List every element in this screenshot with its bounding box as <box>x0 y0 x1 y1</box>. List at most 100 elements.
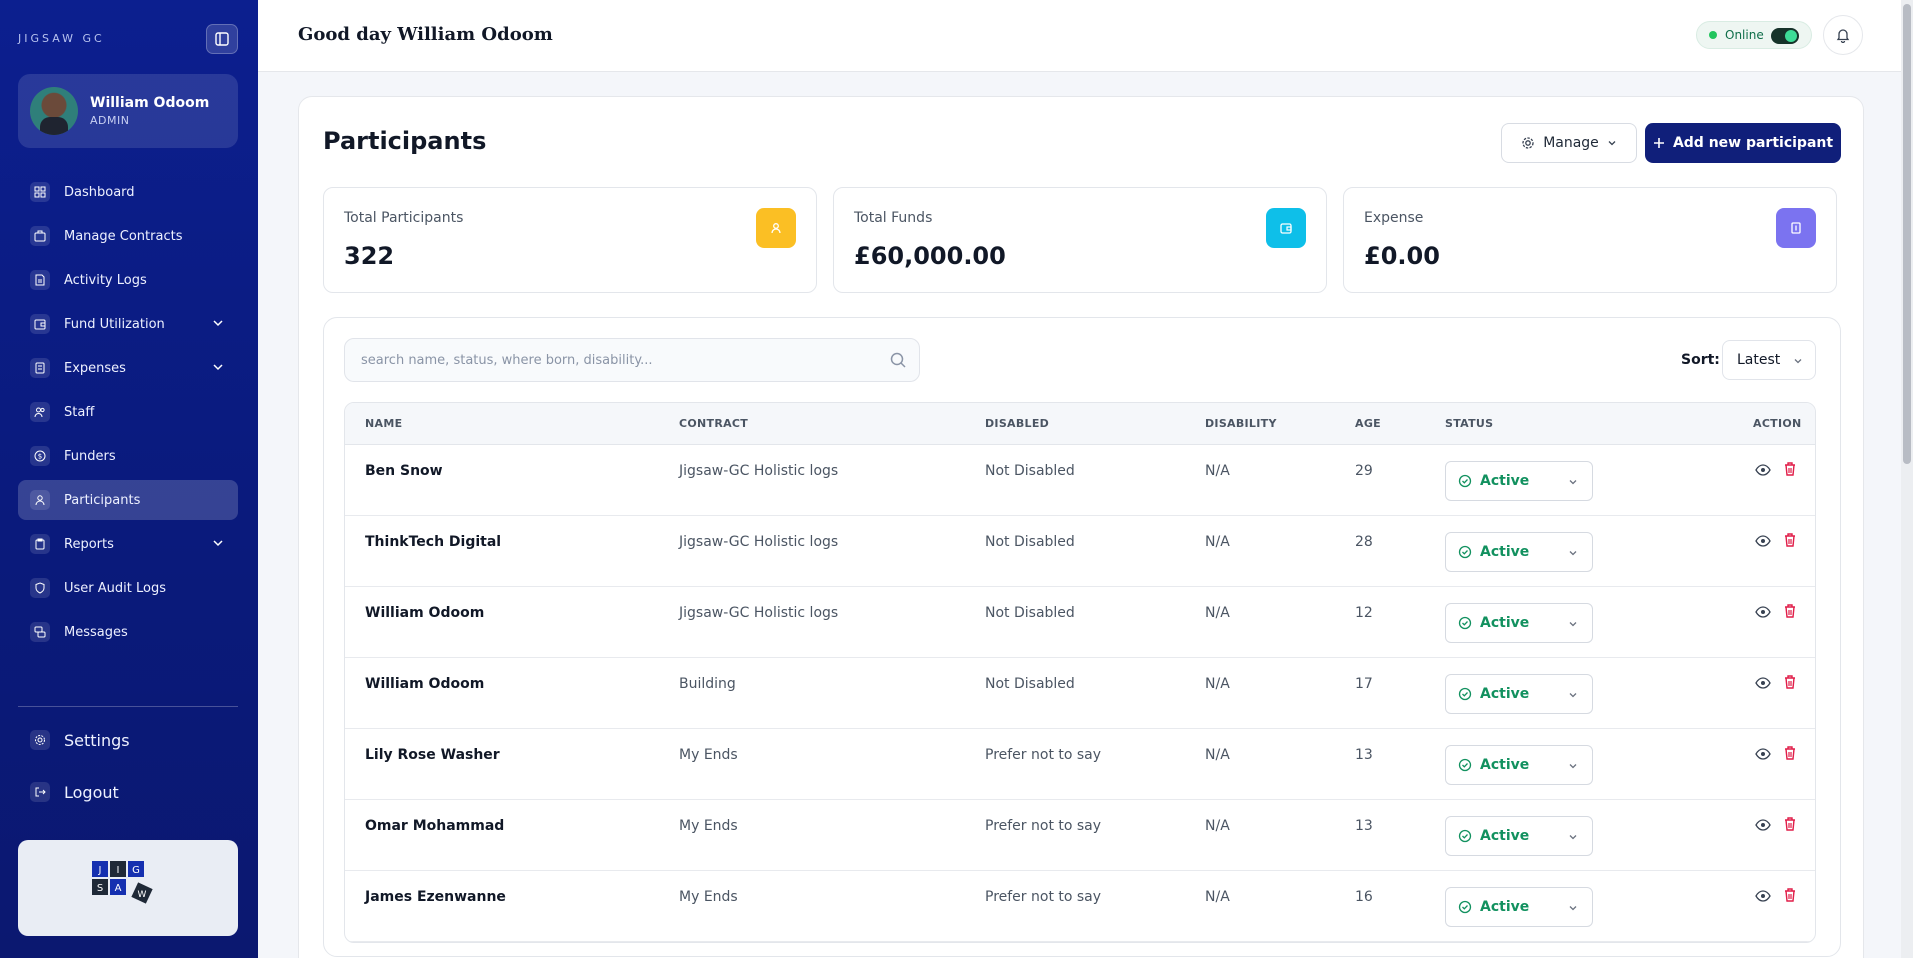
eye-icon[interactable] <box>1755 747 1771 761</box>
stat-label: Total Participants <box>344 210 464 226</box>
table-row[interactable]: Ben Snow Jigsaw-GC Holistic logs Not Dis… <box>345 445 1815 516</box>
toggle-switch[interactable] <box>1771 28 1799 44</box>
eye-icon[interactable] <box>1755 818 1771 832</box>
status-dropdown[interactable]: Active <box>1445 887 1593 927</box>
search-icon[interactable] <box>889 351 907 369</box>
stat-label: Expense <box>1364 210 1424 226</box>
notifications-button[interactable] <box>1823 15 1863 55</box>
online-status-toggle[interactable]: Online <box>1696 21 1812 49</box>
svg-text:$: $ <box>38 453 42 461</box>
status-dropdown[interactable]: Active <box>1445 461 1593 501</box>
chevron-down-icon <box>1569 906 1577 911</box>
sidebar-item-manage-contracts[interactable]: Manage Contracts <box>18 216 238 256</box>
user-profile-card[interactable]: William Odoom ADMIN <box>18 74 238 148</box>
check-circle-icon <box>1458 758 1472 772</box>
add-participant-button[interactable]: Add new participant <box>1645 123 1841 163</box>
stat-value: 322 <box>344 242 395 270</box>
check-circle-icon <box>1458 474 1472 488</box>
column-header-disability[interactable]: DISABILITY <box>1205 417 1277 430</box>
sidebar-item-label: Messages <box>64 624 128 640</box>
sidebar-item-funders[interactable]: $ Funders <box>18 436 238 476</box>
cell-contract: Building <box>679 676 736 692</box>
receipt-icon <box>1776 208 1816 248</box>
eye-icon[interactable] <box>1755 676 1771 690</box>
column-header-contract[interactable]: CONTRACT <box>679 417 748 430</box>
eye-icon[interactable] <box>1755 605 1771 619</box>
status-dropdown[interactable]: Active <box>1445 603 1593 643</box>
cell-age: 29 <box>1355 463 1373 479</box>
cell-contract: Jigsaw-GC Holistic logs <box>679 463 839 479</box>
chevron-down-icon <box>1569 764 1577 769</box>
trash-icon[interactable] <box>1783 461 1797 477</box>
trash-icon[interactable] <box>1783 532 1797 548</box>
status-label: Active <box>1480 828 1530 844</box>
check-circle-icon <box>1458 616 1472 630</box>
status-label: Active <box>1480 899 1530 915</box>
trash-icon[interactable] <box>1783 816 1797 832</box>
check-circle-icon <box>1458 829 1472 843</box>
table-row[interactable]: Lily Rose Washer My Ends Prefer not to s… <box>345 729 1815 800</box>
user-icon <box>756 208 796 248</box>
status-dropdown[interactable]: Active <box>1445 674 1593 714</box>
page-scrollbar[interactable] <box>1901 0 1913 958</box>
table-row[interactable]: Omar Mohammad My Ends Prefer not to say … <box>345 800 1815 871</box>
online-label: Online <box>1725 28 1764 42</box>
sidebar-nav: Dashboard Manage Contracts Activity Logs… <box>18 172 238 656</box>
sidebar-item-user-audit-logs[interactable]: User Audit Logs <box>18 568 238 608</box>
table-row[interactable]: William Odoom Jigsaw-GC Holistic logs No… <box>345 587 1815 658</box>
trash-icon[interactable] <box>1783 745 1797 761</box>
trash-icon[interactable] <box>1783 603 1797 619</box>
sidebar-item-label: Participants <box>64 492 141 508</box>
sidebar-collapse-button[interactable] <box>206 24 238 54</box>
jigsaw-logo-card: J I G S A W <box>18 840 238 936</box>
status-dropdown[interactable]: Active <box>1445 532 1593 572</box>
table-row[interactable]: William Odoom Building Not Disabled N/A … <box>345 658 1815 729</box>
gear-icon <box>30 730 50 750</box>
top-header: Good day William Odoom Online <box>258 0 1901 72</box>
manage-button[interactable]: Manage <box>1501 123 1637 163</box>
column-header-name[interactable]: NAME <box>365 417 402 430</box>
cell-age: 28 <box>1355 534 1373 550</box>
eye-icon[interactable] <box>1755 463 1771 477</box>
settings-link[interactable]: Settings <box>18 720 238 760</box>
column-header-age[interactable]: AGE <box>1355 417 1381 430</box>
sidebar-item-fund-utilization[interactable]: Fund Utilization <box>18 304 238 344</box>
add-participant-label: Add new participant <box>1672 135 1834 151</box>
cell-disabled: Not Disabled <box>985 676 1075 692</box>
trash-icon[interactable] <box>1783 887 1797 903</box>
bell-icon <box>1836 29 1850 43</box>
sidebar-item-participants[interactable]: Participants <box>18 480 238 520</box>
sidebar: JIGSAW GC William Odoom ADMIN Dashboard … <box>0 0 258 958</box>
logout-link[interactable]: Logout <box>18 772 238 812</box>
sidebar-item-messages[interactable]: Messages <box>18 612 238 652</box>
jigsaw-logo: J I G S A W <box>92 861 153 904</box>
sidebar-item-activity-logs[interactable]: Activity Logs <box>18 260 238 300</box>
check-circle-icon <box>1458 545 1472 559</box>
trash-icon[interactable] <box>1783 674 1797 690</box>
sidebar-item-expenses[interactable]: Expenses <box>18 348 238 388</box>
sidebar-item-reports[interactable]: Reports <box>18 524 238 564</box>
svg-text:W: W <box>138 890 147 900</box>
sidebar-item-label: Manage Contracts <box>64 228 183 244</box>
sidebar-item-staff[interactable]: Staff <box>18 392 238 432</box>
scrollbar-thumb[interactable] <box>1903 4 1911 464</box>
participants-card: Participants Manage Add new participant … <box>298 96 1864 958</box>
status-dropdown[interactable]: Active <box>1445 816 1593 856</box>
table-row[interactable]: James Ezenwanne My Ends Prefer not to sa… <box>345 871 1815 942</box>
status-label: Active <box>1480 544 1530 560</box>
column-header-status[interactable]: STATUS <box>1445 417 1493 430</box>
sort-select[interactable]: Latest <box>1722 340 1816 380</box>
status-dropdown[interactable]: Active <box>1445 745 1593 785</box>
cell-disability: N/A <box>1205 676 1230 692</box>
search-input[interactable]: search name, status, where born, disabil… <box>344 338 920 382</box>
eye-icon[interactable] <box>1755 534 1771 548</box>
cell-name: Ben Snow <box>365 463 443 479</box>
dollar-icon: $ <box>30 446 50 466</box>
eye-icon[interactable] <box>1755 889 1771 903</box>
chevron-down-icon <box>1569 480 1577 485</box>
cell-disabled: Prefer not to say <box>985 818 1102 834</box>
column-header-disabled[interactable]: DISABLED <box>985 417 1049 430</box>
sidebar-item-dashboard[interactable]: Dashboard <box>18 172 238 212</box>
table-row[interactable]: ThinkTech Digital Jigsaw-GC Holistic log… <box>345 516 1815 587</box>
sidebar-item-label: User Audit Logs <box>64 580 166 596</box>
